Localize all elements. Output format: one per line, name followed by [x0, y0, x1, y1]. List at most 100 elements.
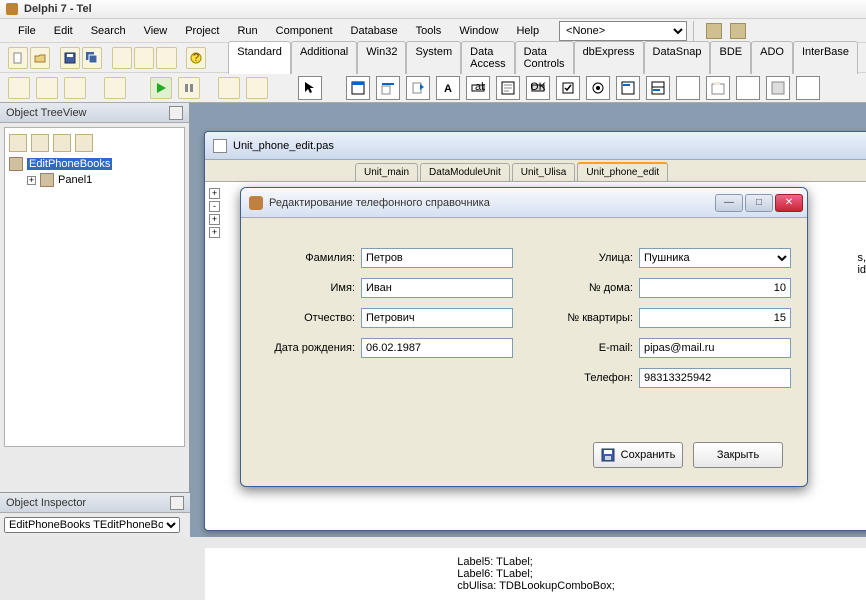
tab-datasnap[interactable]: DataSnap	[644, 41, 711, 74]
menu-project[interactable]: Project	[177, 22, 227, 40]
toolbar-icon-1[interactable]	[706, 23, 722, 39]
popupmenu-icon[interactable]	[406, 76, 430, 100]
expand-icon[interactable]: +	[27, 176, 36, 185]
menu-search[interactable]: Search	[83, 22, 134, 40]
tab-dbexpress[interactable]: dbExpress	[574, 41, 644, 74]
menu-window[interactable]: Window	[451, 22, 506, 40]
save-button[interactable]	[60, 47, 80, 69]
addfile-button[interactable]	[134, 47, 154, 69]
menu-edit[interactable]: Edit	[46, 22, 81, 40]
input-name[interactable]	[361, 278, 513, 298]
memo-icon[interactable]	[496, 76, 520, 100]
label-street: Улица:	[543, 252, 639, 264]
tab-datacontrols[interactable]: Data Controls	[515, 41, 574, 74]
help-icon[interactable]: ?	[186, 47, 206, 69]
stepover-button[interactable]	[218, 77, 240, 99]
tab-bde[interactable]: BDE	[710, 41, 751, 74]
removefile-button[interactable]	[156, 47, 176, 69]
cancel-button[interactable]: Закрыть	[693, 442, 783, 468]
dialog-titlebar[interactable]: Редактирование телефонного справочника —…	[241, 188, 807, 218]
save-button[interactable]: Сохранить	[593, 442, 683, 468]
etab-1[interactable]: DataModuleUnit	[420, 163, 510, 181]
tab-standard[interactable]: Standard	[228, 41, 291, 74]
tree-child-panel1[interactable]: + Panel1	[27, 172, 180, 188]
pause-button[interactable]	[178, 77, 200, 99]
input-birthdate[interactable]	[361, 338, 513, 358]
etab-0[interactable]: Unit_main	[355, 163, 418, 181]
menu-database[interactable]: Database	[343, 22, 406, 40]
checkbox-icon[interactable]	[556, 76, 580, 100]
button-icon[interactable]: OK	[526, 76, 550, 100]
etab-3[interactable]: Unit_phone_edit	[577, 162, 668, 181]
input-house[interactable]	[639, 278, 791, 298]
fold-icon[interactable]: -	[209, 201, 220, 212]
viewform-button[interactable]	[36, 77, 58, 99]
menu-view[interactable]: View	[136, 22, 176, 40]
viewunit-button[interactable]	[8, 77, 30, 99]
tab-interbase[interactable]: InterBase	[793, 41, 858, 74]
input-email[interactable]	[639, 338, 791, 358]
close-button[interactable]: ✕	[775, 194, 803, 212]
fold-icon[interactable]: +	[209, 188, 220, 199]
input-apt[interactable]	[639, 308, 791, 328]
radiobutton-icon[interactable]	[586, 76, 610, 100]
tree-tb-4[interactable]	[75, 134, 93, 152]
input-patronymic[interactable]	[361, 308, 513, 328]
menu-file[interactable]: File	[10, 22, 44, 40]
doc-icon	[213, 139, 227, 153]
newform-button[interactable]	[104, 77, 126, 99]
menu-component[interactable]: Component	[268, 22, 341, 40]
menu-help[interactable]: Help	[508, 22, 547, 40]
scrollbar-icon[interactable]	[676, 76, 700, 100]
fold-icon[interactable]: +	[209, 214, 220, 225]
stepinto-button[interactable]	[246, 77, 268, 99]
svg-text:OK: OK	[531, 81, 545, 93]
select-street[interactable]: Пушника	[639, 248, 791, 268]
cursor-icon[interactable]	[298, 76, 322, 100]
listbox-icon[interactable]	[616, 76, 640, 100]
tree-tb-3[interactable]	[53, 134, 71, 152]
saveall-button[interactable]	[82, 47, 102, 69]
label-house: № дома:	[543, 282, 639, 294]
edit-icon[interactable]: ab|	[466, 76, 490, 100]
open-button[interactable]	[30, 47, 50, 69]
panel-icon[interactable]	[766, 76, 790, 100]
maximize-button[interactable]: □	[745, 194, 773, 212]
label-icon[interactable]: A	[436, 76, 460, 100]
pin-icon[interactable]	[169, 106, 183, 120]
menu-tools[interactable]: Tools	[408, 22, 450, 40]
groupbox-icon[interactable]	[706, 76, 730, 100]
combobox-icon[interactable]	[646, 76, 670, 100]
floppy-icon	[601, 448, 615, 462]
menu-run[interactable]: Run	[229, 22, 265, 40]
actionlist-icon[interactable]	[796, 76, 820, 100]
tree-tb-1[interactable]	[9, 134, 27, 152]
tab-system[interactable]: System	[406, 41, 461, 74]
tree-tb-2[interactable]	[31, 134, 49, 152]
openproj-button[interactable]	[112, 47, 132, 69]
toggle-button[interactable]	[64, 77, 86, 99]
minimize-button[interactable]: —	[715, 194, 743, 212]
code-area[interactable]: Label5: TLabel; Label6: TLabel; cbUlisa:…	[205, 548, 866, 600]
delphi-icon	[6, 3, 18, 15]
input-phone[interactable]	[639, 368, 791, 388]
inspector-combo[interactable]: EditPhoneBooks TEditPhoneBo	[4, 517, 180, 533]
label-surname: Фамилия:	[265, 252, 361, 264]
tab-win32[interactable]: Win32	[357, 41, 406, 74]
mainmenu-icon[interactable]	[376, 76, 400, 100]
project-combo[interactable]: <None>	[559, 21, 687, 41]
tab-ado[interactable]: ADO	[751, 41, 793, 74]
input-surname[interactable]	[361, 248, 513, 268]
frames-icon[interactable]	[346, 76, 370, 100]
radiogroup-icon[interactable]	[736, 76, 760, 100]
pin-icon[interactable]	[170, 496, 184, 510]
new-button[interactable]	[8, 47, 28, 69]
toolbar-icon-2[interactable]	[730, 23, 746, 39]
tree-root[interactable]: EditPhoneBooks	[9, 156, 180, 172]
run-button[interactable]	[150, 77, 172, 99]
etab-2[interactable]: Unit_Ulisa	[512, 163, 576, 181]
tab-dataaccess[interactable]: Data Access	[461, 41, 514, 74]
fold-icon[interactable]: +	[209, 227, 220, 238]
tab-additional[interactable]: Additional	[291, 41, 357, 74]
editor-titlebar[interactable]: Unit_phone_edit.pas	[205, 132, 866, 160]
